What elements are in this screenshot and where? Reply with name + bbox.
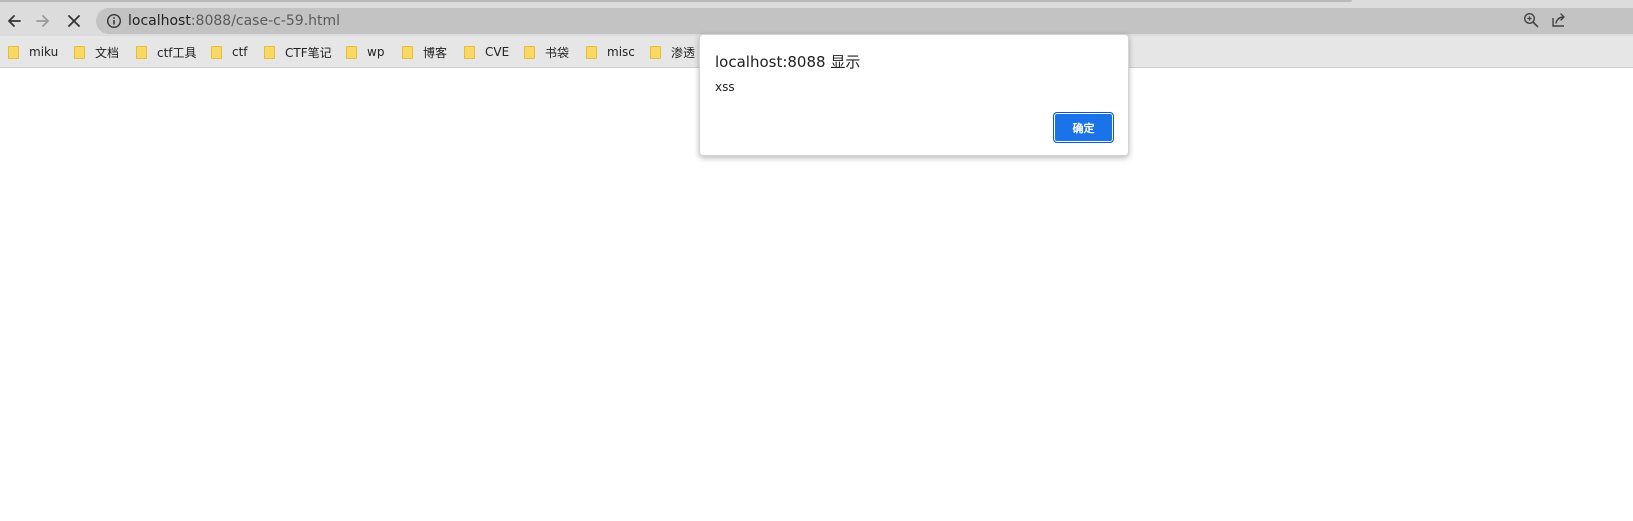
address-url[interactable]: localhost:8088/case-c-59.html [128, 12, 340, 30]
stop-loading-button[interactable] [63, 10, 85, 32]
url-path: :8088/case-c-59.html [190, 13, 341, 29]
bookmark-label: miku [29, 45, 59, 59]
folder-icon [211, 45, 222, 59]
bookmark-folder-misc[interactable]: misc [586, 42, 635, 62]
arrow-right-icon [36, 15, 49, 27]
folder-icon [74, 45, 85, 59]
folder-icon [136, 45, 147, 59]
bookmark-label: 渗透 [671, 45, 696, 60]
bookmark-folder-miku[interactable]: miku [8, 42, 58, 62]
folder-icon [264, 45, 275, 59]
folder-icon [586, 45, 597, 59]
address-bar[interactable]: localhost:8088/case-c-59.html [96, 8, 1633, 34]
bookmark-folder-ctf[interactable]: ctf [211, 42, 248, 62]
bookmark-folder-pentest[interactable]: 渗透 [650, 42, 695, 62]
alert-dialog: localhost:8088 显示 xss 确定 [699, 34, 1129, 156]
bookmark-folder-wp[interactable]: wp [346, 42, 384, 62]
browser-toolbar: localhost:8088/case-c-59.html [0, 4, 1633, 36]
folder-icon [402, 45, 413, 59]
arrow-left-icon [8, 15, 21, 27]
bookmark-label: ctf [232, 45, 248, 59]
bookmark-label: CVE [485, 45, 510, 59]
back-button[interactable] [3, 10, 25, 32]
bookmark-folder-cve[interactable]: CVE [464, 42, 509, 62]
zoom-in-icon[interactable] [1523, 12, 1539, 28]
bookmark-folder-docs[interactable]: 文档 [74, 42, 119, 62]
ok-button-label: 确定 [1072, 121, 1095, 135]
bookmark-label: wp [367, 45, 385, 59]
bookmark-label: ctf工具 [157, 45, 197, 60]
folder-icon [464, 45, 475, 59]
folder-icon [8, 45, 19, 59]
folder-icon [650, 45, 661, 59]
bookmark-folder-ctf-notes[interactable]: CTF笔记 [264, 42, 332, 62]
info-icon[interactable] [106, 13, 122, 29]
forward-button[interactable] [32, 10, 54, 32]
close-icon [68, 15, 80, 27]
dialog-title: localhost:8088 显示 [715, 53, 861, 71]
url-host: localhost [128, 13, 191, 29]
bookmark-label: misc [607, 45, 635, 59]
bookmark-folder-ctf-tools[interactable]: ctf工具 [136, 42, 197, 62]
bookmark-label: 书袋 [545, 45, 570, 60]
bookmark-folder-bookbag[interactable]: 书袋 [524, 42, 569, 62]
folder-icon [524, 45, 535, 59]
tab-strip-edge [0, 0, 1352, 2]
dialog-message: xss [715, 80, 735, 94]
bookmark-label: CTF笔记 [285, 45, 332, 60]
share-icon[interactable] [1551, 12, 1567, 28]
ok-button[interactable]: 确定 [1053, 112, 1114, 143]
bookmark-folder-blog[interactable]: 博客 [402, 42, 447, 62]
bookmark-label: 博客 [423, 45, 448, 60]
bookmark-label: 文档 [95, 45, 120, 60]
folder-icon [346, 45, 357, 59]
